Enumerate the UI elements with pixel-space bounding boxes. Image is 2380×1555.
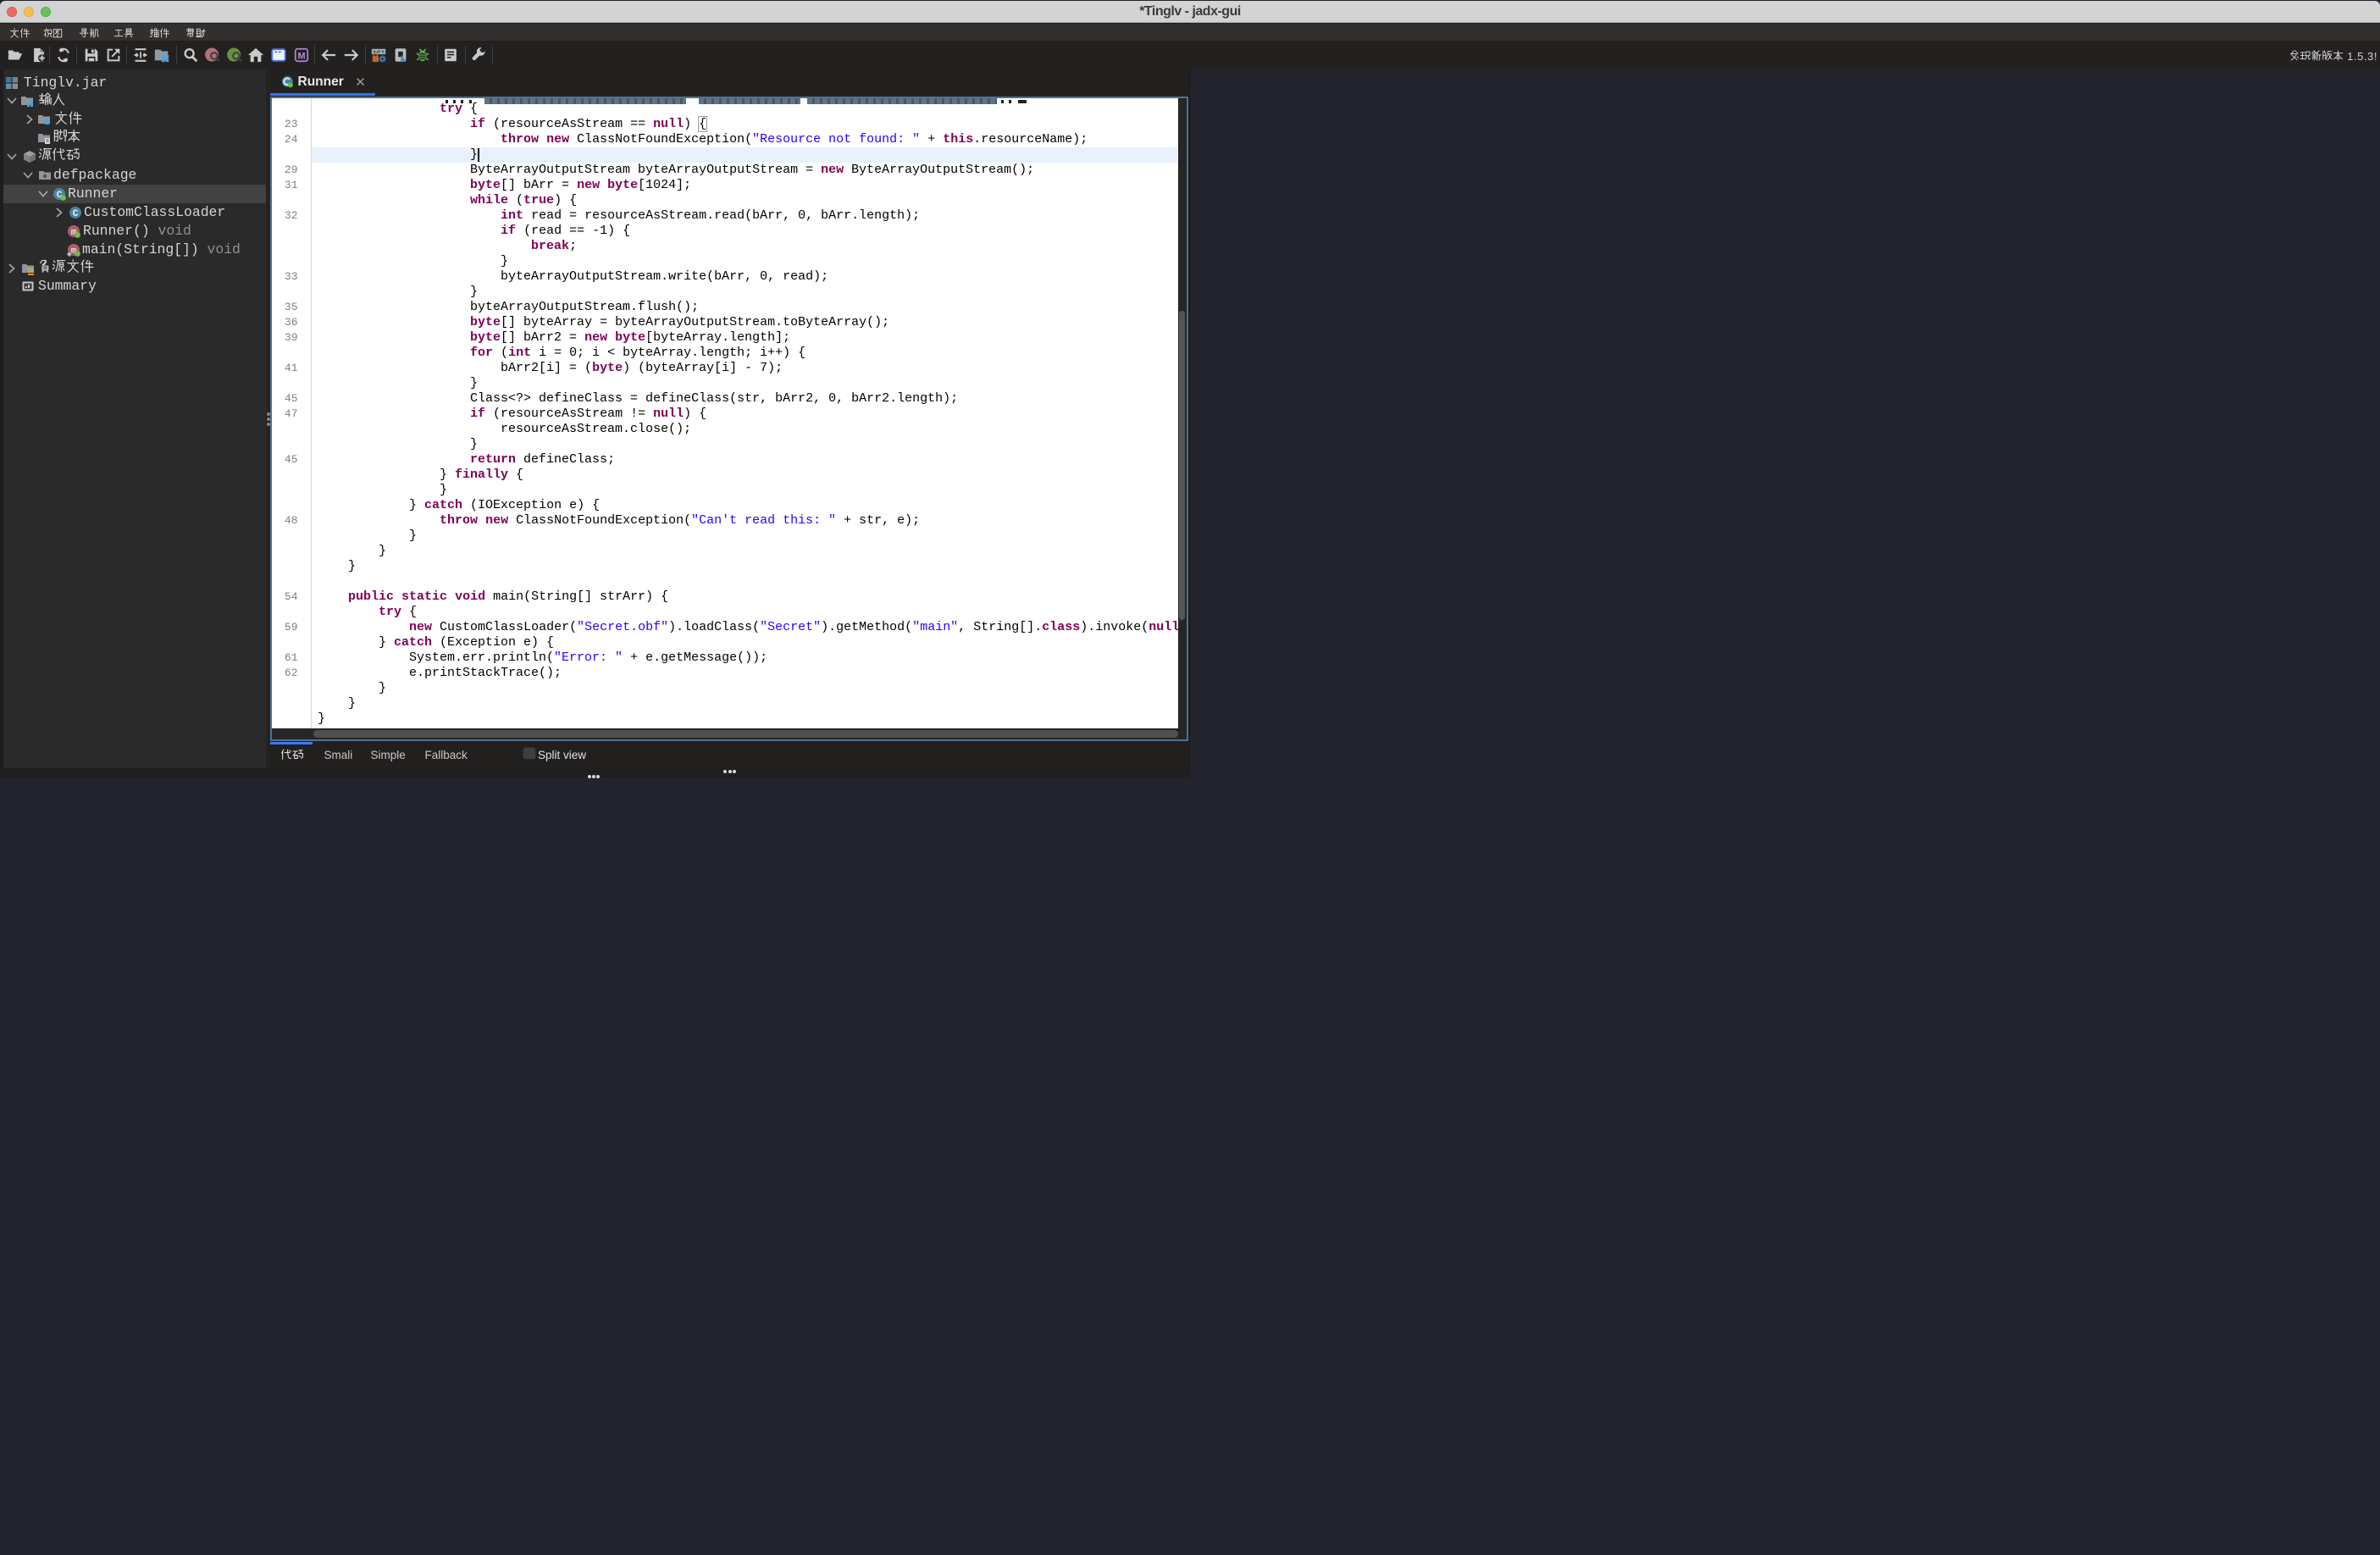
svg-text:C: C [72,209,78,219]
svg-text:M: M [297,51,305,61]
